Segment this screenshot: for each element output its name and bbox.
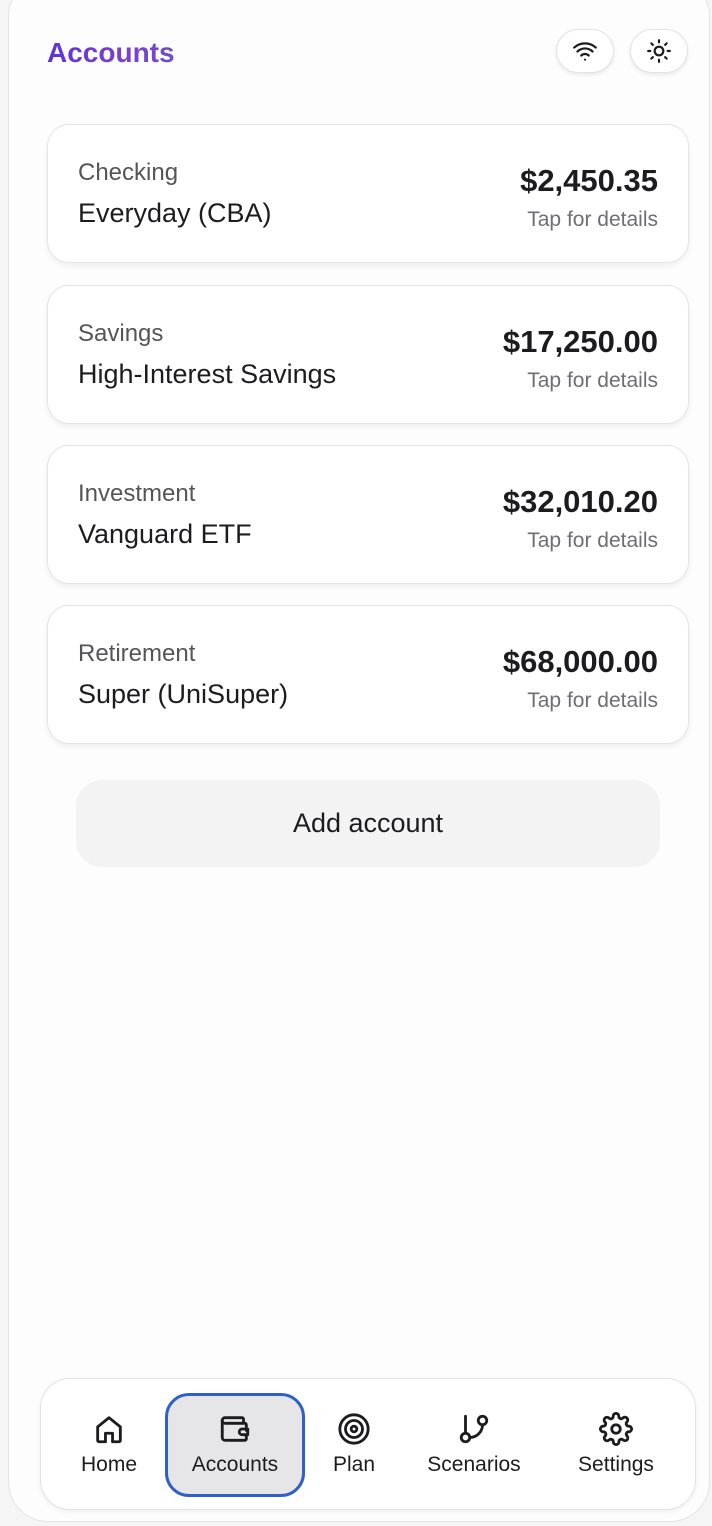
tab-settings[interactable]: Settings [557,1393,675,1497]
target-icon [338,1413,370,1445]
account-name: Super (UniSuper) [78,679,289,709]
tab-label: Scenarios [427,1453,521,1476]
tab-accounts[interactable]: Accounts [165,1393,305,1497]
account-type: Retirement [78,640,196,667]
page-title: Accounts [47,35,175,71]
account-hint: Tap for details [527,208,658,231]
tab-label: Plan [332,1453,376,1476]
account-balance: $32,010.20 [502,484,658,519]
account-card-investment[interactable]: Investment Vanguard ETF $32,010.20 Tap f… [47,445,689,584]
theme-toggle-button[interactable] [630,29,688,73]
account-type: Savings [78,320,164,347]
account-type: Investment [78,480,196,507]
connectivity-button[interactable] [556,29,614,73]
account-name: Vanguard ETF [78,519,252,549]
home-icon [96,1416,122,1444]
header: Accounts [47,29,689,75]
tab-home[interactable]: Home [63,1393,155,1497]
account-card-checking[interactable]: Checking Everyday (CBA) $2,450.35 Tap fo… [47,124,689,263]
tab-label: Settings [578,1453,654,1476]
git-branch-icon [459,1414,489,1444]
account-hint: Tap for details [527,529,658,552]
account-balance: $68,000.00 [502,644,658,679]
account-type: Checking [78,159,179,186]
wifi-icon [573,42,597,61]
bottom-tab-bar: Home Accounts Plan Scenarios Settings [40,1378,696,1510]
tab-scenarios[interactable]: Scenarios [413,1393,535,1497]
account-name: High-Interest Savings [78,359,337,389]
sun-icon [647,39,671,63]
wallet-icon [220,1416,250,1442]
gear-icon [599,1412,633,1446]
account-hint: Tap for details [527,369,658,392]
add-account-button[interactable]: Add account [76,780,660,867]
tab-label: Home [80,1453,138,1476]
account-name: Everyday (CBA) [78,198,272,228]
account-hint: Tap for details [527,689,658,712]
account-balance: $17,250.00 [502,324,658,359]
account-balance: $2,450.35 [520,163,658,198]
tab-label: Accounts [191,1453,279,1476]
tab-plan[interactable]: Plan [311,1393,397,1497]
account-card-retirement[interactable]: Retirement Super (UniSuper) $68,000.00 T… [47,605,689,744]
app-frame: Accounts Checking Everyday (CBA) $2,450.… [8,0,710,1522]
account-card-savings[interactable]: Savings High-Interest Savings $17,250.00… [47,285,689,424]
